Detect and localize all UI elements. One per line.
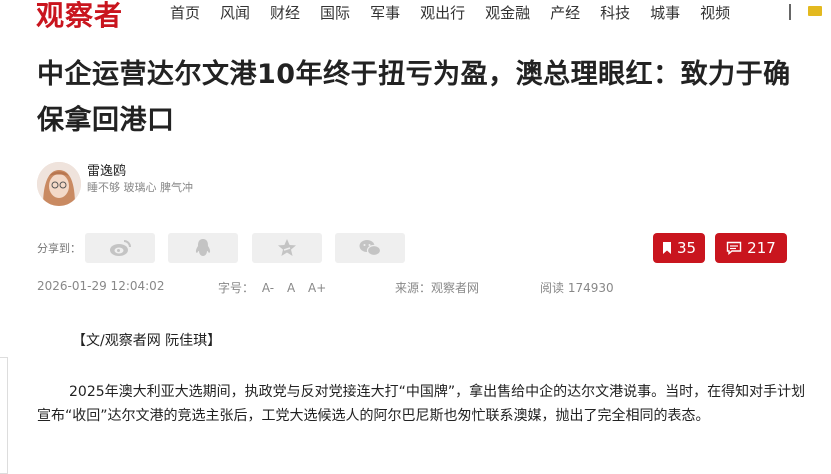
author-tagline: 睡不够 玻璃心 脾气冲 <box>87 181 193 194</box>
publish-date: 2026-01-29 12:04:02 <box>37 279 165 293</box>
nav-item-city[interactable]: 城事 <box>650 2 680 23</box>
font-size-normal-button[interactable]: A <box>287 281 295 295</box>
font-size-decrease-button[interactable]: A- <box>262 281 274 295</box>
wechat-icon <box>359 240 381 257</box>
nav-item-video[interactable]: 视频 <box>700 2 730 23</box>
nav-item-industry[interactable]: 产经 <box>550 2 580 23</box>
view-count: 阅读 174930 <box>540 281 614 295</box>
nav-separator <box>789 4 791 20</box>
font-size-control: 字号： A- A A+ <box>218 279 335 296</box>
nav-list: 首页 风闻 财经 国际 军事 观出行 观金融 产经 科技 城事 视频 <box>170 2 750 23</box>
share-weibo-button[interactable] <box>85 233 155 263</box>
weibo-icon <box>110 240 131 256</box>
nav-item-finance[interactable]: 财经 <box>270 2 300 23</box>
bookmark-icon <box>662 242 671 254</box>
article-source: 来源：观察者网 <box>395 281 480 295</box>
qzone-star-icon <box>278 239 296 256</box>
article-paragraph: 2025年澳大利亚大选期间，执政党与反对党接连大打“中国牌”，拿出售给中企的达尔… <box>37 384 806 424</box>
nav-item-military[interactable]: 军事 <box>370 2 400 23</box>
nav-item-international[interactable]: 国际 <box>320 2 350 23</box>
nav-item-travel[interactable]: 观出行 <box>420 2 465 23</box>
comment-button[interactable]: 217 <box>715 233 787 263</box>
author-name[interactable]: 雷逸鸥 <box>87 160 126 179</box>
share-label: 分享到： <box>37 242 81 255</box>
nav-item-tech[interactable]: 科技 <box>600 2 630 23</box>
article-byline: 【文/观察者网 阮佳琪】 <box>72 333 222 349</box>
avatar[interactable] <box>37 162 81 206</box>
comment-count: 217 <box>747 239 776 257</box>
qq-icon <box>195 239 211 256</box>
share-wechat-button[interactable] <box>335 233 405 263</box>
nav-item-fintech[interactable]: 观金融 <box>485 2 530 23</box>
font-size-label: 字号： <box>218 281 255 295</box>
flag-icon[interactable] <box>808 6 822 16</box>
site-logo[interactable]: 观察者 <box>36 0 123 34</box>
bookmark-count: 35 <box>676 239 697 257</box>
article-title: 中企运营达尔文港10年终于扭亏为盈，澳总理眼红：致力于确保拿回港口 <box>37 59 791 136</box>
bookmark-button[interactable]: 35 <box>653 233 705 263</box>
nav-item-fengwen[interactable]: 风闻 <box>220 2 250 23</box>
nav-item-home[interactable]: 首页 <box>170 2 200 23</box>
share-qq-button[interactable] <box>168 233 238 263</box>
share-qzone-button[interactable] <box>252 233 322 263</box>
font-size-increase-button[interactable]: A+ <box>308 281 326 295</box>
comment-icon <box>726 241 742 255</box>
top-nav: 观察者 首页 风闻 财经 国际 军事 观出行 观金融 产经 科技 城事 视频 <box>0 0 831 32</box>
side-floating-panel-edge[interactable] <box>0 357 8 474</box>
